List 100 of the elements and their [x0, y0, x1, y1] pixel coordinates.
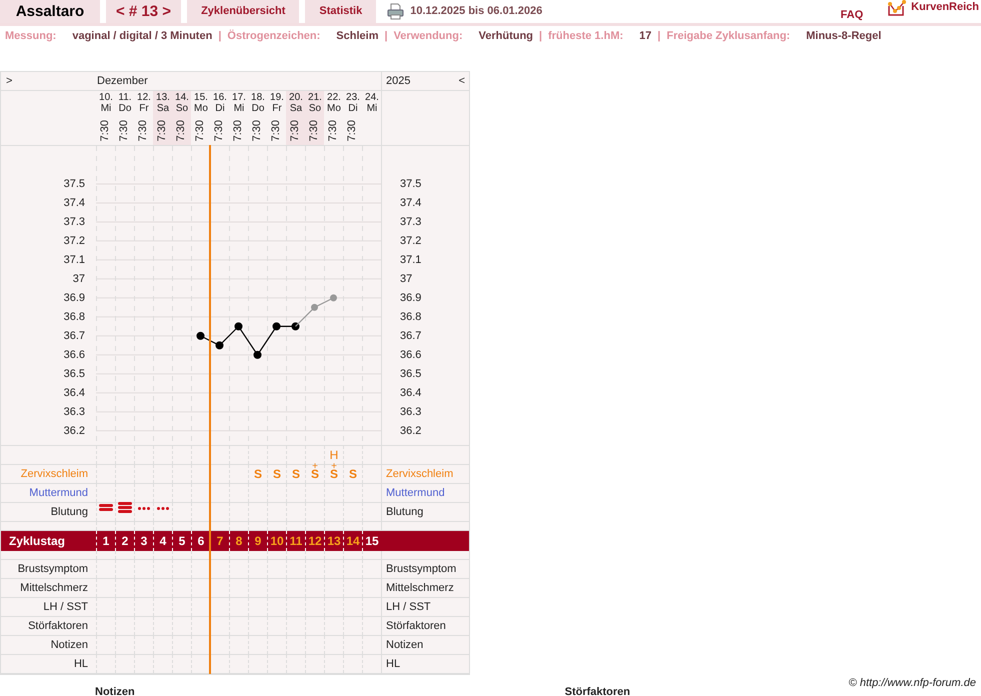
weekday-label: Mi: [100, 104, 112, 114]
day-date: 11.: [118, 93, 132, 104]
cycle-day-number: 1: [102, 534, 110, 548]
row-label: LH / SST: [43, 600, 88, 614]
setting-value: Verhütung: [478, 30, 534, 44]
day-date: 23.: [346, 93, 360, 104]
prev-arrow-link[interactable]: <: [458, 74, 465, 88]
section-heading: Störfaktoren: [564, 686, 630, 696]
row-label: Notizen: [386, 638, 424, 652]
y-tick-label: 37: [72, 272, 85, 286]
separator: |: [384, 30, 388, 44]
chart-logo-icon: [887, 0, 908, 18]
axis-label: 37.5: [400, 177, 422, 192]
cycle-day-number: 4: [160, 534, 166, 548]
cycle-day-number: 15: [365, 534, 379, 548]
row-label: HL: [74, 658, 88, 671]
y-tick-label: 37.1: [64, 253, 85, 268]
month-label: Dezember: [97, 74, 148, 88]
temperature-point: [254, 351, 262, 360]
setting-label: Verwendung:: [394, 30, 463, 44]
measure-time: 7:30: [252, 120, 264, 142]
day-date: 18.: [251, 93, 265, 104]
weekday-label: Mi: [234, 104, 244, 114]
axis-label: 37.3: [400, 215, 422, 230]
row-label: Zervixschleim: [20, 468, 88, 481]
day-date: 15.: [194, 93, 208, 104]
day-date: 13.: [156, 93, 170, 104]
measure-time: 7:30: [233, 120, 245, 142]
mucus-symbol: S: [348, 468, 357, 480]
day-date: 12.: [137, 93, 151, 104]
nav-tab[interactable]: Statistik: [305, 0, 376, 23]
mucus-symbol: S: [272, 468, 281, 480]
weekday-label: Sa: [290, 104, 302, 114]
temperature-point: [330, 294, 337, 302]
weekday-label: Fr: [139, 104, 149, 114]
printer-icon[interactable]: [387, 3, 404, 20]
mucus-symbol: S: [254, 468, 262, 480]
row-label: Brustsymptom: [386, 562, 456, 576]
row-label: Zervixschleim: [386, 468, 454, 481]
axis-label: 37: [400, 272, 412, 286]
y-tick-label: 37.4: [64, 196, 85, 210]
axis-label: 36.7: [400, 329, 422, 344]
cycle-day-number: 8: [236, 534, 242, 548]
row-label: Blutung: [386, 506, 424, 519]
axis-label: 36.4: [400, 386, 422, 400]
temperature-point: [196, 332, 204, 340]
cycle-day-number: 12: [308, 534, 322, 548]
row-label: Notizen: [50, 638, 88, 652]
setting-value: vaginal / digital / 3 Minuten: [72, 30, 212, 44]
cycle-nav-tab[interactable]: < # 13 >: [106, 0, 182, 23]
axis-label: 37.4: [400, 196, 422, 210]
measure-time: 7:30: [328, 120, 340, 142]
setting-value: Minus-8-Regel: [806, 30, 882, 44]
axis-label: 36.9: [400, 291, 422, 306]
axis-label: 36.6: [400, 348, 422, 362]
cycle-day-number: 10: [270, 534, 284, 548]
row-label: Blutung: [50, 506, 88, 519]
day-date: 17.: [232, 93, 246, 104]
day-date: 21.: [308, 93, 322, 104]
cycle-day-number: 9: [254, 534, 262, 548]
separator: |: [658, 30, 661, 44]
weekday-label: Mo: [194, 104, 208, 114]
faq-link[interactable]: FAQ: [840, 8, 864, 22]
temperature-point: [311, 304, 318, 312]
copyright-text: © http://www.nfp-forum.de: [848, 677, 976, 690]
weekday-label: Di: [215, 104, 225, 114]
brand-link[interactable]: KurvenReich: [911, 0, 979, 14]
measure-time: 7:30: [119, 120, 131, 142]
y-tick-label: 36.8: [64, 310, 85, 324]
day-date: 19.: [270, 93, 284, 104]
row-label: Störfaktoren: [28, 620, 88, 633]
day-date: 24.: [365, 93, 379, 104]
row-label: LH / SST: [386, 600, 431, 614]
y-tick-label: 36.2: [64, 424, 85, 438]
measure-time: 7:30: [214, 120, 226, 142]
day-date: 10.: [99, 93, 113, 104]
y-tick-label: 36.5: [64, 367, 85, 382]
axis-label: 36.8: [400, 310, 422, 324]
weekday-label: Do: [252, 104, 264, 114]
cycle-day-number: 13: [327, 534, 341, 548]
setting-label: Östrogenzeichen:: [227, 30, 320, 44]
measure-time: 7:30: [290, 120, 302, 142]
day-date: 20.: [289, 93, 303, 104]
y-tick-label: 36.9: [64, 291, 85, 306]
day-date: 16.: [213, 93, 227, 104]
weekday-label: Mi: [366, 104, 378, 114]
app-title: Assaltaro: [0, 0, 100, 23]
date-range: 10.12.2025 bis 06.01.2026: [410, 4, 542, 18]
cycle-day-number: 6: [198, 534, 204, 548]
axis-label: 36.3: [400, 405, 422, 419]
nav-tab[interactable]: Zyklenübersicht: [187, 0, 300, 23]
peak-mark: H: [330, 448, 338, 462]
row-label: Muttermund: [29, 486, 88, 500]
measure-time: 7:30: [271, 120, 283, 142]
row-label: Mittelschmerz: [386, 582, 454, 595]
next-arrow-link[interactable]: >: [6, 74, 12, 88]
y-tick-label: 36.6: [64, 348, 85, 362]
row-label: Mittelschmerz: [20, 582, 88, 595]
setting-label: Messung:: [5, 30, 56, 44]
axis-label: 37.2: [400, 234, 422, 248]
